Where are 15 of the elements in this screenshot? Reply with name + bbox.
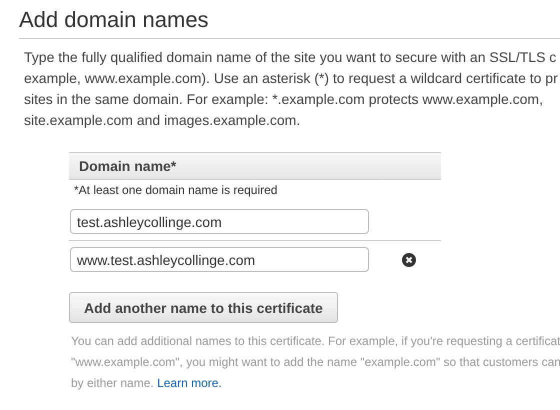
- domain-input[interactable]: www.test.ashleycollinge.com: [70, 247, 369, 272]
- help-text: by either name.: [71, 376, 154, 390]
- intro-text: sites in the same domain. For example: *.example.com protects www.example.com,: [24, 90, 544, 109]
- intro-text: example, www.example.com). Use an asterisk (*) to request a wildcard certificate to pr: [24, 69, 559, 88]
- remove-icon[interactable]: [402, 252, 416, 266]
- help-text: You can add additional names to this certificate. For example, if you're requesting a certificat: [71, 333, 560, 350]
- required-note: *At least one domain name is required: [73, 182, 278, 197]
- column-header: Domain name*: [69, 152, 441, 180]
- learn-more-link[interactable]: Learn more.: [157, 376, 222, 390]
- page-title: Add domain names: [19, 6, 210, 34]
- intro-text: site.example.com and images.example.com.: [24, 111, 302, 130]
- intro-text: Type the fully qualified domain name of the site you want to secure with an SSL/TLS c: [24, 48, 558, 67]
- add-name-button[interactable]: Add another name to this certificate: [69, 292, 338, 323]
- help-text: "www.example.com", you might want to add the name "example.com" so that customers can: [71, 354, 560, 371]
- domain-input[interactable]: test.ashleycollinge.com: [70, 209, 369, 234]
